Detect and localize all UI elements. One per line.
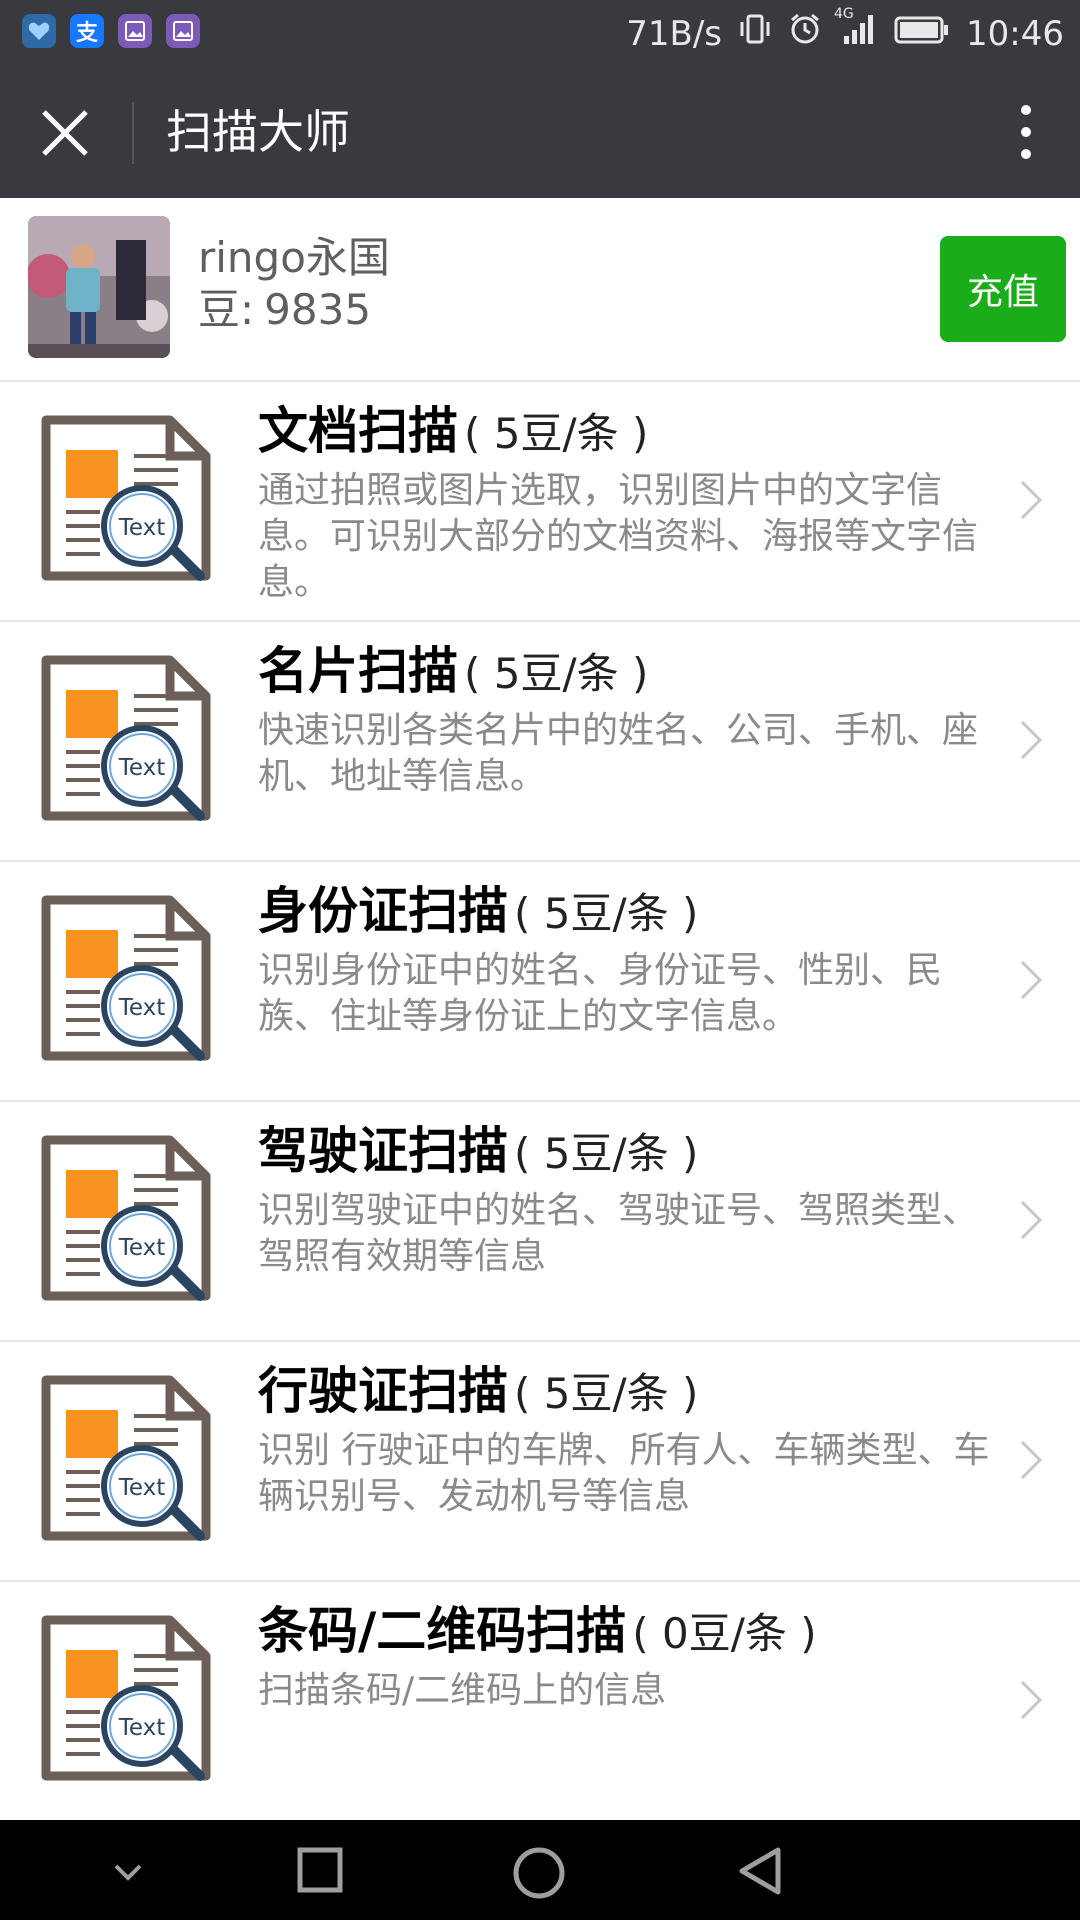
chevron-right-icon: [1020, 1440, 1043, 1480]
gallery-icon-2: [166, 14, 200, 48]
alarm-icon: [788, 12, 822, 55]
notification-icons: 支: [22, 14, 200, 48]
signal-icon: 4G: [834, 6, 878, 55]
user-profile: ringo永国 豆: 9835 充值: [0, 198, 1080, 382]
item-price: ( 5豆/条 ): [464, 409, 649, 458]
icon-text-label: Text: [118, 995, 166, 1021]
item-description: 识别身份证中的姓名、身份证号、性别、民族、住址等身份证上的文字信息。: [258, 950, 943, 1037]
item-price: ( 5豆/条 ): [464, 649, 649, 698]
hide-keyboard-icon[interactable]: [110, 1860, 146, 1884]
clock: 10:46: [966, 13, 1064, 54]
item-description: 识别驾驶证中的姓名、驾驶证号、驾照类型、驾照有效期等信息: [258, 1190, 979, 1277]
item-price: ( 5豆/条 ): [514, 1369, 699, 1418]
document-scan-icon: Text: [41, 1375, 211, 1541]
item-price: ( 5豆/条 ): [514, 1129, 699, 1178]
list-item[interactable]: Text 条码/二维码扫描( 0豆/条 ) 扫描条码/二维码上的信息: [0, 1582, 1080, 1822]
alipay-icon: 支: [70, 14, 104, 48]
username: ringo永国: [198, 233, 390, 282]
home-icon[interactable]: [512, 1846, 566, 1900]
icon-text-label: Text: [118, 1715, 166, 1741]
item-title-line: 文档扫描( 5豆/条 ): [258, 396, 998, 466]
chevron-right-icon: [1020, 1200, 1043, 1240]
close-icon[interactable]: [40, 108, 90, 158]
health-app-icon: [22, 14, 56, 48]
more-menu-icon[interactable]: [1014, 102, 1038, 162]
network-type: 4G: [834, 6, 854, 22]
back-icon[interactable]: [736, 1846, 786, 1896]
document-scan-icon: Text: [41, 415, 211, 581]
icon-text-label: Text: [118, 1235, 166, 1261]
item-title: 身份证扫描: [258, 882, 508, 940]
list-item[interactable]: Text 行驶证扫描( 5豆/条 ) 识别 行驶证中的车牌、所有人、车辆类型、车…: [0, 1342, 1080, 1582]
item-title-line: 行驶证扫描( 5豆/条 ): [258, 1356, 998, 1426]
item-title: 行驶证扫描: [258, 1362, 508, 1420]
chevron-right-icon: [1020, 1680, 1043, 1720]
system-navigation-bar: [0, 1820, 1080, 1920]
item-price: ( 0豆/条 ): [632, 1609, 817, 1658]
item-title: 驾驶证扫描: [258, 1122, 508, 1180]
item-title: 名片扫描: [258, 642, 458, 700]
network-speed: 71B/s: [626, 13, 723, 54]
item-title-line: 条码/二维码扫描( 0豆/条 ): [258, 1596, 998, 1666]
recharge-button[interactable]: 充值: [940, 236, 1066, 342]
item-title-line: 驾驶证扫描( 5豆/条 ): [258, 1116, 998, 1186]
document-scan-icon: Text: [41, 1615, 211, 1781]
item-description: 快速识别各类名片中的姓名、公司、手机、座机、地址等信息。: [258, 710, 979, 797]
item-title: 文档扫描: [258, 402, 458, 460]
status-bar: 支 71B/s 4G 10:46: [0, 0, 1080, 66]
item-description: 识别 行驶证中的车牌、所有人、车辆类型、车辆识别号、发动机号等信息: [258, 1430, 990, 1517]
icon-text-label: Text: [118, 755, 166, 781]
icon-text-label: Text: [118, 1475, 166, 1501]
list-item[interactable]: Text 文档扫描( 5豆/条 ) 通过拍照或图片选取，识别图片中的文字信息。可…: [0, 382, 1080, 622]
item-description: 扫描条码/二维码上的信息: [258, 1670, 667, 1711]
battery-icon: [894, 14, 950, 54]
icon-text-label: Text: [118, 515, 166, 541]
title-divider: [132, 102, 134, 164]
recents-icon[interactable]: [296, 1846, 344, 1894]
chevron-right-icon: [1020, 720, 1043, 760]
document-scan-icon: Text: [41, 895, 211, 1061]
chevron-right-icon: [1020, 480, 1043, 520]
document-scan-icon: Text: [41, 1135, 211, 1301]
page-title: 扫描大师: [166, 105, 350, 159]
list-item[interactable]: Text 身份证扫描( 5豆/条 ) 识别身份证中的姓名、身份证号、性别、民族、…: [0, 862, 1080, 1102]
list-item[interactable]: Text 名片扫描( 5豆/条 ) 快速识别各类名片中的姓名、公司、手机、座机、…: [0, 622, 1080, 862]
bean-balance-label: 豆:: [198, 285, 255, 334]
scan-service-list: Text 文档扫描( 5豆/条 ) 通过拍照或图片选取，识别图片中的文字信息。可…: [0, 382, 1080, 1822]
bean-balance-value: 9835: [264, 285, 372, 334]
item-title-line: 身份证扫描( 5豆/条 ): [258, 876, 998, 946]
item-title-line: 名片扫描( 5豆/条 ): [258, 636, 998, 706]
bean-balance: 豆: 9835: [198, 284, 371, 336]
chevron-right-icon: [1020, 960, 1043, 1000]
avatar: [28, 216, 170, 358]
item-description: 通过拍照或图片选取，识别图片中的文字信息。可识别大部分的文档资料、海报等文字信息…: [258, 470, 979, 603]
vibrate-icon: [738, 12, 772, 55]
gallery-icon: [118, 14, 152, 48]
title-bar: 扫描大师: [0, 66, 1080, 198]
list-item[interactable]: Text 驾驶证扫描( 5豆/条 ) 识别驾驶证中的姓名、驾驶证号、驾照类型、驾…: [0, 1102, 1080, 1342]
item-title: 条码/二维码扫描: [258, 1602, 627, 1660]
item-price: ( 5豆/条 ): [514, 889, 699, 938]
document-scan-icon: Text: [41, 655, 211, 821]
